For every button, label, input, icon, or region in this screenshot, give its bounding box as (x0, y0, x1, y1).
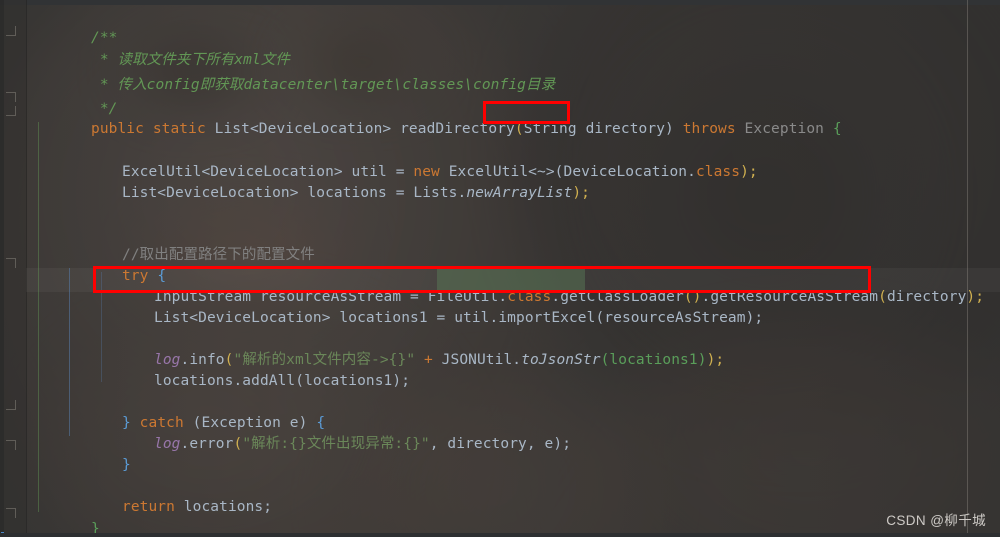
keyword-throws: throws (682, 121, 736, 137)
plus-operator: + (415, 352, 442, 368)
semicolon-paren: ); (740, 164, 758, 180)
code-line-method-signature[interactable]: public static List<DeviceLocation> readD… (38, 105, 842, 153)
logger-field: log (153, 436, 181, 452)
param-directory: directory) (585, 121, 674, 137)
locations-declaration: List<DeviceLocation> locations = Lists. (121, 185, 467, 201)
editor-left-edge (0, 0, 4, 537)
keyword-public: public (90, 121, 144, 137)
return-type: List<DeviceLocation> (214, 121, 392, 137)
return-value: locations; (174, 499, 273, 515)
annotation-box-directory-parameter (483, 101, 570, 124)
exception-type: Exception (744, 121, 825, 137)
code-line-catch-close[interactable]: } (69, 441, 131, 489)
csdn-watermark: CSDN @柳千城 (886, 513, 986, 528)
arg-directory: directory (886, 289, 967, 305)
javadoc-line-2: * 传入config即获取datacenter\target\classes\c… (90, 77, 556, 93)
keyword-class: class (695, 164, 741, 180)
brace-close: } (121, 457, 131, 473)
paren-open: ( (878, 289, 887, 305)
log-error-message: "解析:{}文件出现异常:{}" (242, 436, 430, 452)
code-line-locations-decl[interactable]: List<DeviceLocation> locations = Lists.n… (69, 169, 590, 217)
code-line-locations1[interactable]: List<DeviceLocation> locations1 = util.i… (101, 294, 763, 342)
keyword-static: static (152, 121, 206, 137)
locations1-declaration: List<DeviceLocation> locations1 = util.i… (153, 310, 764, 326)
semicolon-paren: ); (966, 289, 985, 305)
jsonutil-class: JSONUtil. (441, 352, 522, 368)
locations1-argument: (locations1) (600, 352, 707, 368)
code-editor[interactable]: /** * 读取文件夹下所有xml文件 * 传入config即获取datacen… (0, 0, 1000, 537)
semicolon-paren: ); (572, 185, 590, 201)
paren-open: ( (233, 436, 243, 452)
code-line-log-error[interactable]: log.error("解析:{}文件出现异常:{}", directory, e… (101, 420, 571, 468)
annotation-box-inputstream-line (93, 266, 871, 293)
method-tojsonstr: toJsonStr (521, 352, 601, 368)
addall-call: locations.addAll(locations1); (153, 373, 411, 389)
editor-bottom-edge (0, 533, 1000, 537)
log-error-arguments: , directory, e); (429, 436, 572, 452)
method-newarraylist: newArrayList (466, 185, 573, 201)
brace-open: { (832, 121, 842, 137)
code-line-addall[interactable]: locations.addAll(locations1); (101, 357, 410, 405)
keyword-return: return (121, 499, 175, 515)
log-error-call: .error (180, 436, 234, 452)
semicolon-paren: ); (706, 352, 725, 368)
